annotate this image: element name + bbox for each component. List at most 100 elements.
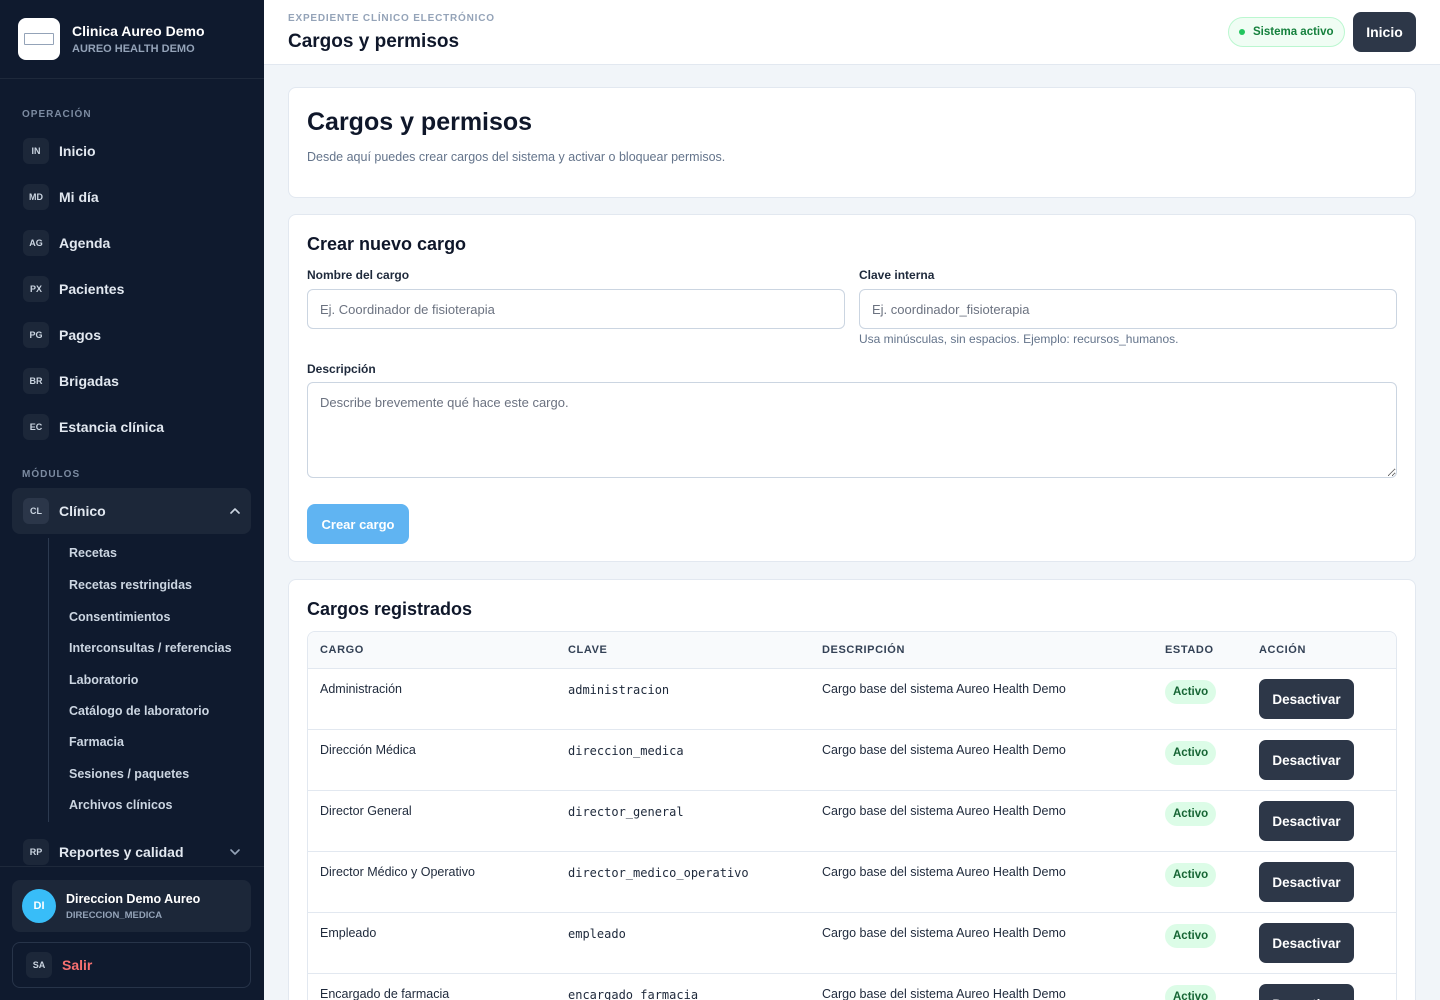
hero-card: Cargos y permisos Desde aquí puedes crea… bbox=[288, 87, 1416, 198]
submenu-item-catalogo-laboratorio[interactable]: Catálogo de laboratorio bbox=[69, 704, 209, 718]
submenu-item-interconsultas[interactable]: Interconsultas / referencias bbox=[69, 641, 232, 655]
nav-badge: CL bbox=[23, 498, 49, 524]
sidebar-item-pagos[interactable]: PG Pagos bbox=[12, 312, 251, 358]
logout-button[interactable]: SA Salir bbox=[12, 942, 251, 988]
deactivate-button[interactable]: Desactivar bbox=[1259, 984, 1354, 1000]
role-name-input[interactable] bbox=[307, 289, 845, 329]
nav-badge: RP bbox=[23, 839, 49, 865]
sidebar-item-label: Reportes y calidad bbox=[59, 844, 184, 860]
brand[interactable]: Clinica Aureo Demo AUREO HEALTH DEMO bbox=[0, 0, 264, 79]
cell-descripcion: Cargo base del sistema Aureo Health Demo bbox=[822, 926, 1066, 940]
role-key-input[interactable] bbox=[859, 289, 1397, 329]
sidebar-item-inicio[interactable]: IN Inicio bbox=[12, 128, 251, 174]
description-label: Descripción bbox=[307, 362, 376, 376]
create-role-button[interactable]: Crear cargo bbox=[307, 504, 409, 544]
cell-descripcion: Cargo base del sistema Aureo Health Demo bbox=[822, 743, 1066, 757]
nav-badge: AG bbox=[23, 230, 49, 256]
status-badge: Activo bbox=[1165, 680, 1217, 704]
key-hint: Usa minúsculas, sin espacios. Ejemplo: r… bbox=[859, 332, 1179, 346]
status-badge: Activo bbox=[1165, 863, 1217, 887]
sidebar-item-brigadas[interactable]: BR Brigadas bbox=[12, 358, 251, 404]
deactivate-button[interactable]: Desactivar bbox=[1259, 923, 1354, 963]
hero-subtitle: Desde aquí puedes crear cargos del siste… bbox=[307, 150, 726, 164]
submenu-item-sesiones-paquetes[interactable]: Sesiones / paquetes bbox=[69, 767, 189, 781]
deactivate-button[interactable]: Desactivar bbox=[1259, 740, 1354, 780]
table-row: Administración administracion Cargo base… bbox=[308, 669, 1396, 730]
sidebar-item-pacientes[interactable]: PX Pacientes bbox=[12, 266, 251, 312]
table-row: Encargado de farmacia encargado_farmacia… bbox=[308, 974, 1396, 1000]
section-label-modulos: MÓDULOS bbox=[22, 469, 81, 480]
column-header-descripcion: DESCRIPCIÓN bbox=[822, 644, 905, 656]
nav-badge: IN bbox=[23, 138, 49, 164]
nav-badge: PG bbox=[23, 322, 49, 348]
nav-badge: SA bbox=[26, 952, 52, 978]
sidebar-item-label: Clínico bbox=[59, 503, 106, 519]
table-row: Director General director_general Cargo … bbox=[308, 791, 1396, 852]
cell-clave: director_medico_operativo bbox=[568, 866, 749, 880]
deactivate-button[interactable]: Desactivar bbox=[1259, 862, 1354, 902]
cell-cargo: Director General bbox=[320, 804, 412, 818]
page-title: Cargos y permisos bbox=[288, 31, 460, 52]
sidebar-item-reportes[interactable]: RP Reportes y calidad bbox=[12, 829, 251, 875]
sidebar: Clinica Aureo Demo AUREO HEALTH DEMO OPE… bbox=[0, 0, 264, 1000]
cell-clave: encargado_farmacia bbox=[568, 988, 699, 1000]
home-button[interactable]: Inicio bbox=[1353, 12, 1416, 52]
column-header-accion: ACCIÓN bbox=[1259, 644, 1306, 656]
column-header-cargo: CARGO bbox=[320, 644, 364, 656]
topbar-eyebrow: EXPEDIENTE CLÍNICO ELECTRÓNICO bbox=[288, 13, 495, 24]
nav-badge: MD bbox=[23, 184, 49, 210]
status-badge: Activo bbox=[1165, 985, 1217, 1000]
brand-logo bbox=[18, 18, 60, 60]
sidebar-item-label: Agenda bbox=[59, 235, 111, 251]
cell-clave: administracion bbox=[568, 683, 670, 697]
roles-table: CARGO CLAVE DESCRIPCIÓN ESTADO ACCIÓN Ad… bbox=[307, 631, 1397, 1000]
cell-descripcion: Cargo base del sistema Aureo Health Demo bbox=[822, 804, 1066, 818]
cell-cargo: Director Médico y Operativo bbox=[320, 865, 475, 879]
brand-subtitle: AUREO HEALTH DEMO bbox=[72, 43, 195, 55]
status-dot-icon bbox=[1239, 29, 1245, 35]
status-text: Sistema activo bbox=[1253, 26, 1334, 38]
submenu-item-laboratorio[interactable]: Laboratorio bbox=[69, 673, 138, 687]
status-badge: Activo bbox=[1165, 802, 1217, 826]
submenu-item-farmacia[interactable]: Farmacia bbox=[69, 735, 124, 749]
section-label-operacion: OPERACIÓN bbox=[22, 109, 92, 120]
table-row: Dirección Médica direccion_medica Cargo … bbox=[308, 730, 1396, 791]
nav-badge: EC bbox=[23, 414, 49, 440]
user-role: DIRECCION_MEDICA bbox=[66, 909, 163, 921]
avatar: DI bbox=[22, 889, 56, 923]
user-card[interactable]: DI Direccion Demo Aureo DIRECCION_MEDICA bbox=[12, 880, 251, 932]
sidebar-item-mi-dia[interactable]: MD Mi día bbox=[12, 174, 251, 220]
cell-clave: empleado bbox=[568, 927, 626, 941]
submenu-item-consentimientos[interactable]: Consentimientos bbox=[69, 610, 170, 624]
description-textarea[interactable] bbox=[307, 382, 1397, 478]
cell-descripcion: Cargo base del sistema Aureo Health Demo bbox=[822, 987, 1066, 1000]
table-row: Empleado empleado Cargo base del sistema… bbox=[308, 913, 1396, 974]
column-header-estado: ESTADO bbox=[1165, 644, 1214, 656]
name-label: Nombre del cargo bbox=[307, 268, 410, 282]
cell-cargo: Encargado de farmacia bbox=[320, 987, 450, 1000]
status-badge: Activo bbox=[1165, 741, 1217, 765]
submenu-item-archivos-clinicos[interactable]: Archivos clínicos bbox=[69, 798, 173, 812]
deactivate-button[interactable]: Desactivar bbox=[1259, 679, 1354, 719]
column-header-clave: CLAVE bbox=[568, 644, 608, 656]
sidebar-item-clinico[interactable]: CL Clínico bbox=[12, 488, 251, 534]
cell-clave: direccion_medica bbox=[568, 744, 684, 758]
deactivate-button[interactable]: Desactivar bbox=[1259, 801, 1354, 841]
sidebar-item-label: Brigadas bbox=[59, 373, 119, 389]
sidebar-item-label: Pagos bbox=[59, 327, 102, 343]
submenu-item-recetas-restringidas[interactable]: Recetas restringidas bbox=[69, 578, 192, 592]
cell-clave: director_general bbox=[568, 805, 684, 819]
clinico-submenu: Recetas Recetas restringidas Consentimie… bbox=[48, 538, 248, 822]
sidebar-item-estancia-clinica[interactable]: EC Estancia clínica bbox=[12, 404, 251, 450]
hero-title: Cargos y permisos bbox=[307, 108, 533, 136]
sidebar-item-label: Mi día bbox=[59, 189, 99, 205]
nav-badge: BR bbox=[23, 368, 49, 394]
status-badge: Sistema activo bbox=[1228, 17, 1345, 47]
key-label: Clave interna bbox=[859, 268, 935, 282]
cell-cargo: Administración bbox=[320, 682, 402, 696]
submenu-item-recetas[interactable]: Recetas bbox=[69, 546, 117, 560]
sidebar-item-agenda[interactable]: AG Agenda bbox=[12, 220, 251, 266]
cell-descripcion: Cargo base del sistema Aureo Health Demo bbox=[822, 865, 1066, 879]
cell-descripcion: Cargo base del sistema Aureo Health Demo bbox=[822, 682, 1066, 696]
cell-cargo: Empleado bbox=[320, 926, 377, 940]
